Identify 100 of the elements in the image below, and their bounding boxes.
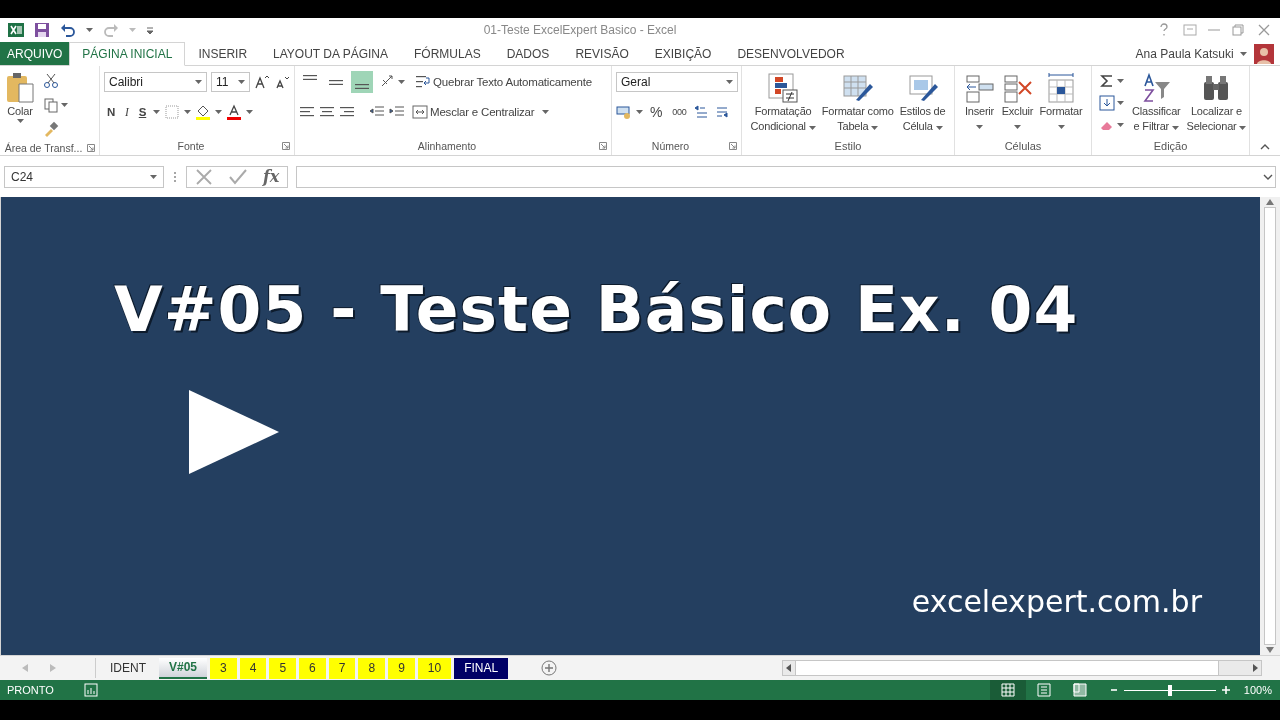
ribbon-button[interactable]: Estilos de Célula <box>898 70 947 137</box>
wrap-text-button[interactable]: Quebrar Texto Automaticamente <box>412 71 595 93</box>
wrap-text-icon <box>415 74 431 90</box>
redo-icon <box>103 22 119 38</box>
font-name-field[interactable]: Calibri <box>104 72 207 92</box>
avatar-icon <box>1254 43 1274 64</box>
window-title: 01-Teste ExcelExpert Basico - Excel <box>482 23 678 37</box>
clipboard-icon <box>5 72 35 104</box>
caret-icon <box>398 80 405 84</box>
status-text: PRONTO <box>7 684 54 696</box>
sheet-tab[interactable]: IDENT <box>100 657 156 679</box>
group-label: Alinhamento <box>416 140 478 152</box>
caret-icon <box>238 80 245 84</box>
formula-field[interactable] <box>296 165 1276 188</box>
sheet-tab[interactable]: 7 <box>328 657 356 679</box>
align-lines-icon <box>303 75 317 80</box>
table-brush-icon <box>841 72 874 104</box>
horizontal-scrollbar[interactable] <box>782 660 1262 676</box>
sheet-tab[interactable]: 3 <box>210 657 237 679</box>
merge-center-button[interactable]: Mesclar e Centralizar <box>409 101 553 123</box>
caret-icon <box>726 80 733 84</box>
align-lines-icon <box>329 79 343 85</box>
vertical-align-button[interactable] <box>351 71 373 93</box>
fill-button[interactable] <box>1096 92 1127 114</box>
ribbon-button[interactable]: Formatar <box>1038 70 1084 137</box>
save-icon <box>34 22 50 38</box>
minimize-icon <box>1208 29 1220 31</box>
close-icon <box>1256 22 1272 38</box>
dialog-launcher-icon[interactable] <box>87 143 95 152</box>
dialog-launcher-icon[interactable] <box>282 142 290 150</box>
dialog-launcher-icon[interactable] <box>729 142 737 150</box>
scroll-up-icon[interactable] <box>1266 199 1274 205</box>
underline-button[interactable]: S <box>135 101 150 123</box>
dialog-launcher-icon[interactable] <box>599 142 607 150</box>
ribbon-button[interactable]: Formatação Condicional <box>749 70 817 137</box>
zoom-level[interactable]: 100% <box>1243 684 1272 696</box>
vertical-scrollbar[interactable] <box>1260 197 1280 655</box>
grow-font-icon <box>254 74 270 90</box>
expand-icon[interactable] <box>1263 173 1273 180</box>
number-format-field[interactable]: Geral <box>616 72 738 92</box>
delete-cells-icon <box>1001 72 1034 104</box>
caret-icon <box>150 174 157 179</box>
format-cells-icon <box>1045 72 1077 104</box>
new-sheet-icon[interactable] <box>541 660 558 676</box>
user-name[interactable]: Ana Paula Katsuki <box>1135 46 1234 61</box>
caret-icon <box>129 28 136 32</box>
caret-icon <box>1117 79 1124 83</box>
cancel-icon <box>194 167 213 186</box>
copy-icon <box>43 97 59 113</box>
ribbon-button[interactable]: Localizar e Selecionar <box>1185 70 1248 137</box>
increase-decimal-icon <box>693 104 710 120</box>
insert-function-button[interactable]: fx <box>262 167 280 186</box>
macro-record-icon <box>83 683 98 697</box>
file-tab[interactable]: ARQUIVO <box>0 42 70 65</box>
page-break-icon <box>1072 683 1087 697</box>
bold-button[interactable]: N <box>104 101 119 123</box>
caret-icon <box>542 110 550 114</box>
group-label: Edição <box>1153 140 1188 152</box>
ribbon-tab[interactable]: PÁGINA INICIAL <box>69 42 186 66</box>
paste-button[interactable]: Colar <box>4 70 36 140</box>
sheet-tab[interactable]: FINAL <box>454 657 509 679</box>
restore-icon <box>1230 22 1246 38</box>
zoom-in-icon[interactable] <box>1221 686 1230 694</box>
font-size-field[interactable]: 11 <box>211 72 250 92</box>
sheet-tab[interactable]: 4 <box>239 657 267 679</box>
zoom-out-icon[interactable] <box>1109 686 1118 694</box>
group-label: Células <box>1004 140 1042 152</box>
ribbon-button[interactable]: Inserir <box>962 70 997 137</box>
caret-icon <box>871 126 879 130</box>
page-icon <box>1036 683 1051 697</box>
play-icon[interactable] <box>189 390 279 474</box>
thousands-button[interactable]: 000 <box>669 101 690 123</box>
italic-button[interactable]: I <box>122 101 132 123</box>
caret-icon <box>153 110 161 114</box>
view-button[interactable] <box>989 680 1026 700</box>
fill-color-icon <box>195 104 212 120</box>
caret-icon <box>1057 124 1065 129</box>
sheet-tab[interactable]: 6 <box>299 657 326 679</box>
sheet-tab[interactable]: 9 <box>388 657 415 679</box>
caret-icon <box>1117 101 1124 105</box>
ribbon-button[interactable]: Excluir <box>1000 70 1035 137</box>
ribbon-display-icon <box>1182 22 1198 38</box>
collapse-ribbon-icon[interactable] <box>1260 144 1270 150</box>
sheet-tab[interactable]: 10 <box>417 657 452 679</box>
name-box[interactable]: C24 <box>4 165 164 188</box>
ribbon-button[interactable]: Classificar e Filtrar <box>1131 70 1182 137</box>
scroll-down-icon[interactable] <box>1266 647 1274 653</box>
group-label: Área de Transf... <box>4 141 83 154</box>
caret-icon <box>935 126 943 130</box>
undo-icon <box>60 22 76 38</box>
sheet-tab[interactable]: 8 <box>358 657 386 679</box>
fill-down-icon <box>1099 95 1115 111</box>
scissors-icon <box>43 73 59 89</box>
ribbon-button[interactable]: Formatar como Tabela <box>820 70 895 137</box>
caret-icon <box>1171 126 1179 130</box>
caret-icon <box>808 126 816 130</box>
caret-icon <box>184 110 192 114</box>
sheet-tab[interactable]: 5 <box>269 657 297 679</box>
percent-button[interactable]: % <box>647 101 666 123</box>
sheet-tab[interactable]: V#05 <box>159 657 208 679</box>
